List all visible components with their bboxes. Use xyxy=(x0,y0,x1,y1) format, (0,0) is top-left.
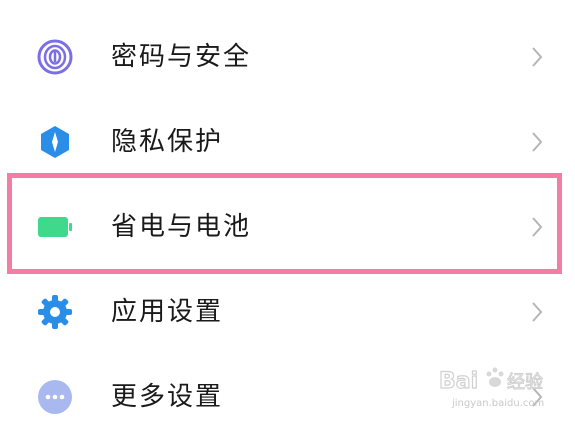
settings-item-battery[interactable]: 省电与电池 xyxy=(0,185,575,269)
settings-item-label: 隐私保护 xyxy=(111,127,224,157)
settings-item-password-security[interactable]: 密码与安全 xyxy=(0,15,575,99)
gear-icon xyxy=(38,295,72,329)
watermark-logo-text: Bai xyxy=(439,369,478,394)
chevron-right-icon xyxy=(532,132,543,152)
chevron-right-icon xyxy=(532,302,543,322)
watermark-logo-suffix: 经验 xyxy=(507,372,543,393)
settings-item-label: 省电与电池 xyxy=(111,212,252,242)
privacy-shield-icon xyxy=(41,126,69,158)
settings-item-label: 更多设置 xyxy=(111,382,224,412)
fingerprint-icon xyxy=(37,39,73,75)
chevron-right-icon xyxy=(532,47,543,67)
chevron-right-icon xyxy=(532,217,543,237)
watermark-url: jingyan.baidu.com xyxy=(452,398,545,409)
settings-item-label: 密码与安全 xyxy=(111,42,252,72)
battery-icon xyxy=(38,217,72,237)
settings-item-label: 应用设置 xyxy=(111,297,224,327)
settings-item-app-settings[interactable]: 应用设置 xyxy=(0,270,575,354)
settings-item-privacy[interactable]: 隐私保护 xyxy=(0,100,575,184)
more-dots-icon xyxy=(38,380,72,414)
